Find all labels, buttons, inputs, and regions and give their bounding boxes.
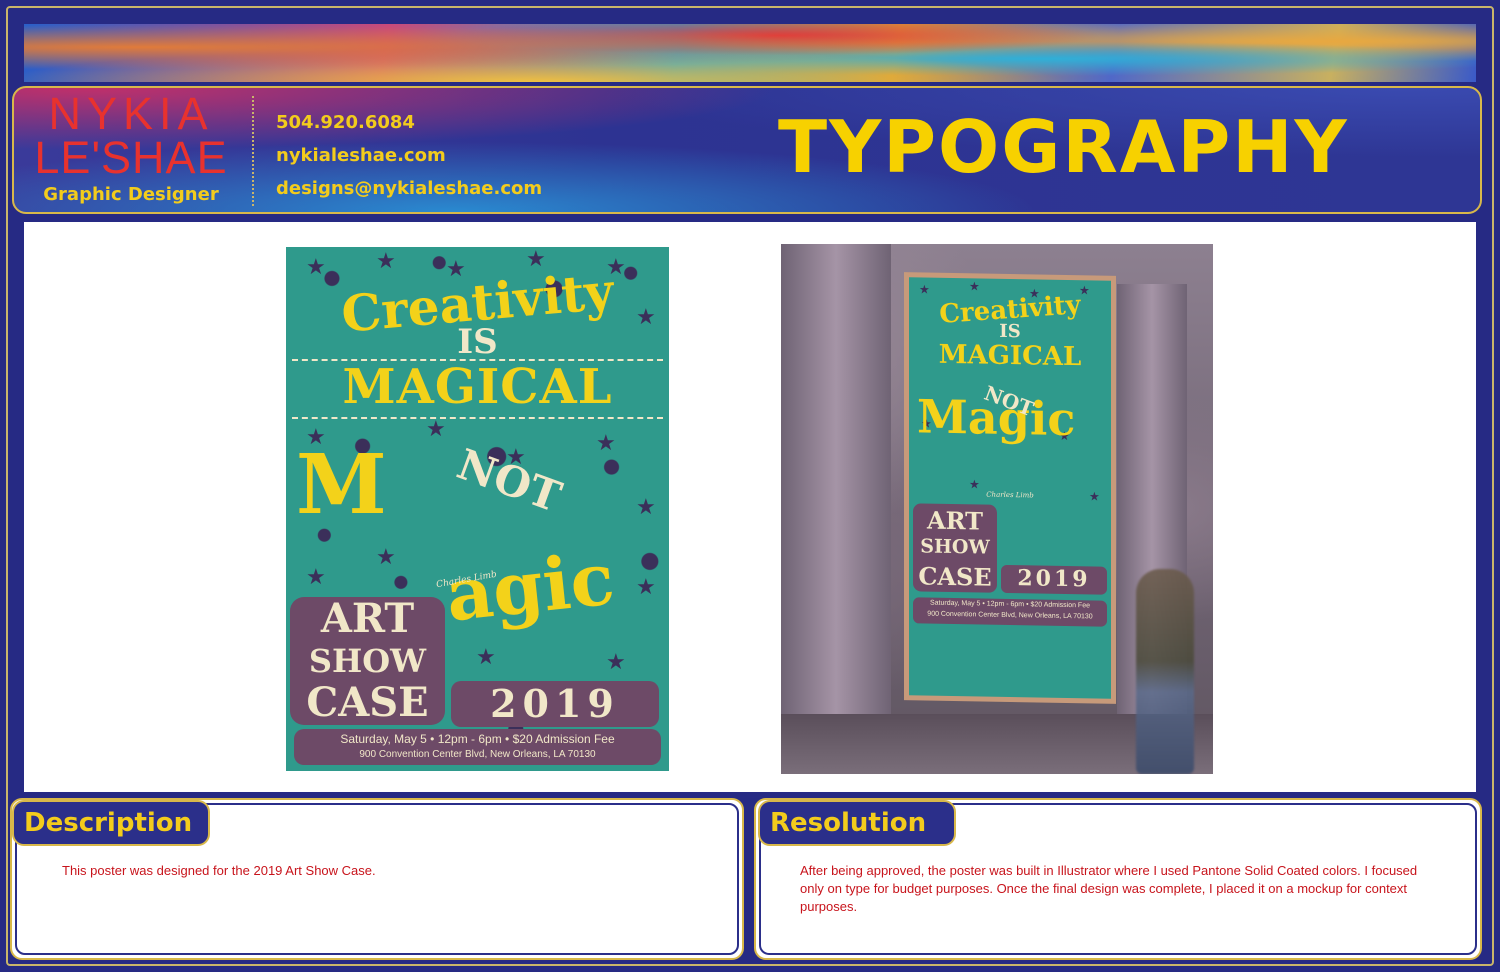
poster-headline-magical: MAGICAL xyxy=(342,359,613,415)
contact-info: 504.920.6084 nykialeshae.com designs@nyk… xyxy=(276,106,542,205)
walking-person xyxy=(1136,569,1194,774)
brand-logo: NYKIA LE'SHAE Graphic Designer xyxy=(26,88,236,205)
star-icon: ★ xyxy=(376,545,396,570)
poster-image: ★ ★ ★ ★ ★ ★ ★ ★ ★ ★ ★ ★ ★ ★ ★ ★ Creativi… xyxy=(286,247,669,771)
poster-art: ART xyxy=(320,595,415,642)
star-icon: ★ xyxy=(636,495,656,520)
resolution-label: Resolution xyxy=(758,800,956,846)
decorative-banner xyxy=(24,24,1476,82)
star-icon: ★ xyxy=(306,565,326,590)
brand-name-first: NYKIA xyxy=(48,88,214,139)
poster-year: 2019 xyxy=(490,681,620,726)
poster-big-m: M xyxy=(296,437,387,533)
mockup-quote-author: Charles Limb xyxy=(986,490,1034,500)
brand-subtitle: Graphic Designer xyxy=(43,184,219,205)
description-label: Description xyxy=(12,800,210,846)
stone-column xyxy=(781,244,891,714)
star-icon: ★ xyxy=(969,279,980,294)
poster-mockup-photo: ★ ★ ★ ★ ★ ★ ★ ★ Creativity IS MAGICAL Ma… xyxy=(781,244,1213,774)
poster-case: CASE xyxy=(306,679,429,726)
star-icon: ★ xyxy=(426,417,446,442)
resolution-text: After being approved, the poster was bui… xyxy=(800,863,1418,914)
poster-rule xyxy=(292,417,663,419)
gallery-area xyxy=(24,222,1476,792)
star-icon: ★ xyxy=(919,282,930,297)
mockup-poster-frame: ★ ★ ★ ★ ★ ★ ★ ★ Creativity IS MAGICAL Ma… xyxy=(904,272,1116,704)
poster-event-details: Saturday, May 5 • 12pm - 6pm • $20 Admis… xyxy=(340,732,615,746)
poster-headline-is: IS xyxy=(457,322,498,362)
star-icon: ★ xyxy=(306,255,326,280)
star-icon: ★ xyxy=(636,575,656,600)
poster-address: 900 Convention Center Blvd, New Orleans,… xyxy=(359,749,596,760)
mockup-case: CASE xyxy=(918,561,992,592)
mockup-art: ART xyxy=(926,505,983,536)
phone-number: 504.920.6084 xyxy=(276,112,415,133)
website-link[interactable]: nykialeshae.com xyxy=(276,139,542,172)
star-icon: ★ xyxy=(969,477,980,492)
mockup-poster: ★ ★ ★ ★ ★ ★ ★ ★ Creativity IS MAGICAL Ma… xyxy=(909,277,1111,699)
header-divider xyxy=(252,96,258,206)
mockup-show: SHOW xyxy=(920,535,990,559)
poster-show: SHOW xyxy=(308,642,427,680)
mockup-year: 2019 xyxy=(1017,565,1091,593)
mockup-headline-magical: MAGICAL xyxy=(938,339,1082,373)
poster-agic: agic xyxy=(441,535,619,638)
email-link[interactable]: designs@nykialeshae.com xyxy=(276,172,542,205)
brand-name-last: LE'SHAE xyxy=(34,132,228,183)
star-icon: ★ xyxy=(376,249,396,274)
star-icon: ★ xyxy=(476,645,496,670)
star-icon: ★ xyxy=(606,650,626,675)
description-text: This poster was designed for the 2019 Ar… xyxy=(62,863,376,878)
page-title: TYPOGRAPHY xyxy=(778,105,1349,189)
star-icon: ★ xyxy=(596,431,616,456)
